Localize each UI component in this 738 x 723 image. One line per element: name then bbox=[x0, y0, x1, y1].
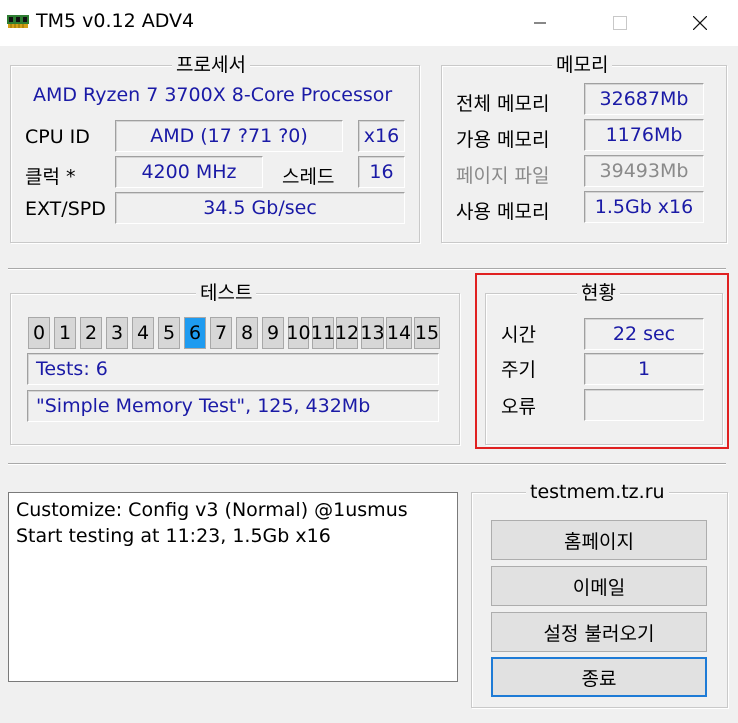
minimize-icon bbox=[534, 22, 546, 24]
page-file-field: 39493Mb bbox=[584, 155, 704, 187]
test-number-0: 0 bbox=[28, 317, 50, 349]
threads-label: 스레드 bbox=[282, 166, 335, 188]
total-memory-label: 전체 메모리 bbox=[456, 93, 550, 115]
maximize-icon bbox=[613, 16, 627, 30]
memory-chip-icon bbox=[7, 15, 29, 28]
separator-top bbox=[8, 268, 726, 270]
log-line: Customize: Config v3 (Normal) @1usmus bbox=[16, 499, 408, 521]
minimize-button[interactable] bbox=[510, 0, 570, 46]
cpu-id-label: CPU ID bbox=[25, 126, 90, 148]
current-test-field: "Simple Memory Test", 125, 432Mb bbox=[27, 390, 439, 422]
email-button[interactable]: 이메일 bbox=[491, 566, 707, 606]
test-number-5: 5 bbox=[158, 317, 180, 349]
test-number-1: 1 bbox=[54, 317, 76, 349]
log-line: Start testing at 11:23, 1.5Gb x16 bbox=[16, 525, 331, 547]
close-icon bbox=[693, 16, 707, 30]
test-number-6: 6 bbox=[184, 317, 206, 349]
used-memory-field: 1.5Gb x16 bbox=[584, 191, 704, 223]
tests-count-field: Tests: 6 bbox=[27, 353, 439, 385]
test-number-10: 10 bbox=[286, 317, 311, 349]
ext-spd-field: 34.5 Gb/sec bbox=[115, 192, 405, 224]
status-highlight-box bbox=[475, 273, 729, 449]
total-memory-field: 32687Mb bbox=[584, 83, 704, 115]
clock-label: 클럭 * bbox=[25, 166, 76, 188]
test-number-13: 13 bbox=[360, 317, 385, 349]
load-settings-button[interactable]: 설정 불러오기 bbox=[491, 612, 707, 652]
available-memory-field: 1176Mb bbox=[584, 119, 704, 151]
close-button[interactable] bbox=[670, 0, 730, 46]
window-title: TM5 v0.12 ADV4 bbox=[36, 10, 195, 32]
links-group-title: testmem.tz.ru bbox=[526, 481, 669, 503]
test-number-8: 8 bbox=[236, 317, 258, 349]
test-number-11: 11 bbox=[311, 317, 335, 349]
cpu-id-field: AMD (17 ?71 ?0) bbox=[115, 120, 343, 152]
test-number-2: 2 bbox=[80, 317, 102, 349]
test-number-9: 9 bbox=[262, 317, 284, 349]
log-textbox[interactable]: Customize: Config v3 (Normal) @1usmus St… bbox=[8, 492, 458, 682]
test-number-15: 15 bbox=[414, 317, 440, 349]
used-memory-label: 사용 메모리 bbox=[456, 201, 550, 223]
test-number-12: 12 bbox=[335, 317, 359, 349]
test-number-7: 7 bbox=[210, 317, 232, 349]
ext-spd-label: EXT/SPD bbox=[25, 198, 106, 220]
memory-group-title: 메모리 bbox=[552, 54, 613, 76]
cpu-id-multiplier-field: x16 bbox=[358, 120, 405, 152]
homepage-button[interactable]: 홈페이지 bbox=[491, 520, 707, 560]
test-group-title: 테스트 bbox=[196, 282, 257, 304]
separator-bottom bbox=[8, 463, 726, 465]
processor-group-title: 프로세서 bbox=[172, 54, 250, 76]
maximize-button[interactable] bbox=[590, 0, 650, 46]
threads-field: 16 bbox=[358, 156, 405, 188]
exit-button[interactable]: 종료 bbox=[491, 657, 707, 697]
available-memory-label: 가용 메모리 bbox=[456, 129, 550, 151]
test-number-4: 4 bbox=[132, 317, 154, 349]
page-file-label: 페이지 파일 bbox=[456, 165, 550, 187]
cpu-name: AMD Ryzen 7 3700X 8-Core Processor bbox=[33, 84, 393, 106]
test-number-14: 14 bbox=[386, 317, 412, 349]
clock-field: 4200 MHz bbox=[115, 156, 263, 188]
test-number-3: 3 bbox=[106, 317, 128, 349]
